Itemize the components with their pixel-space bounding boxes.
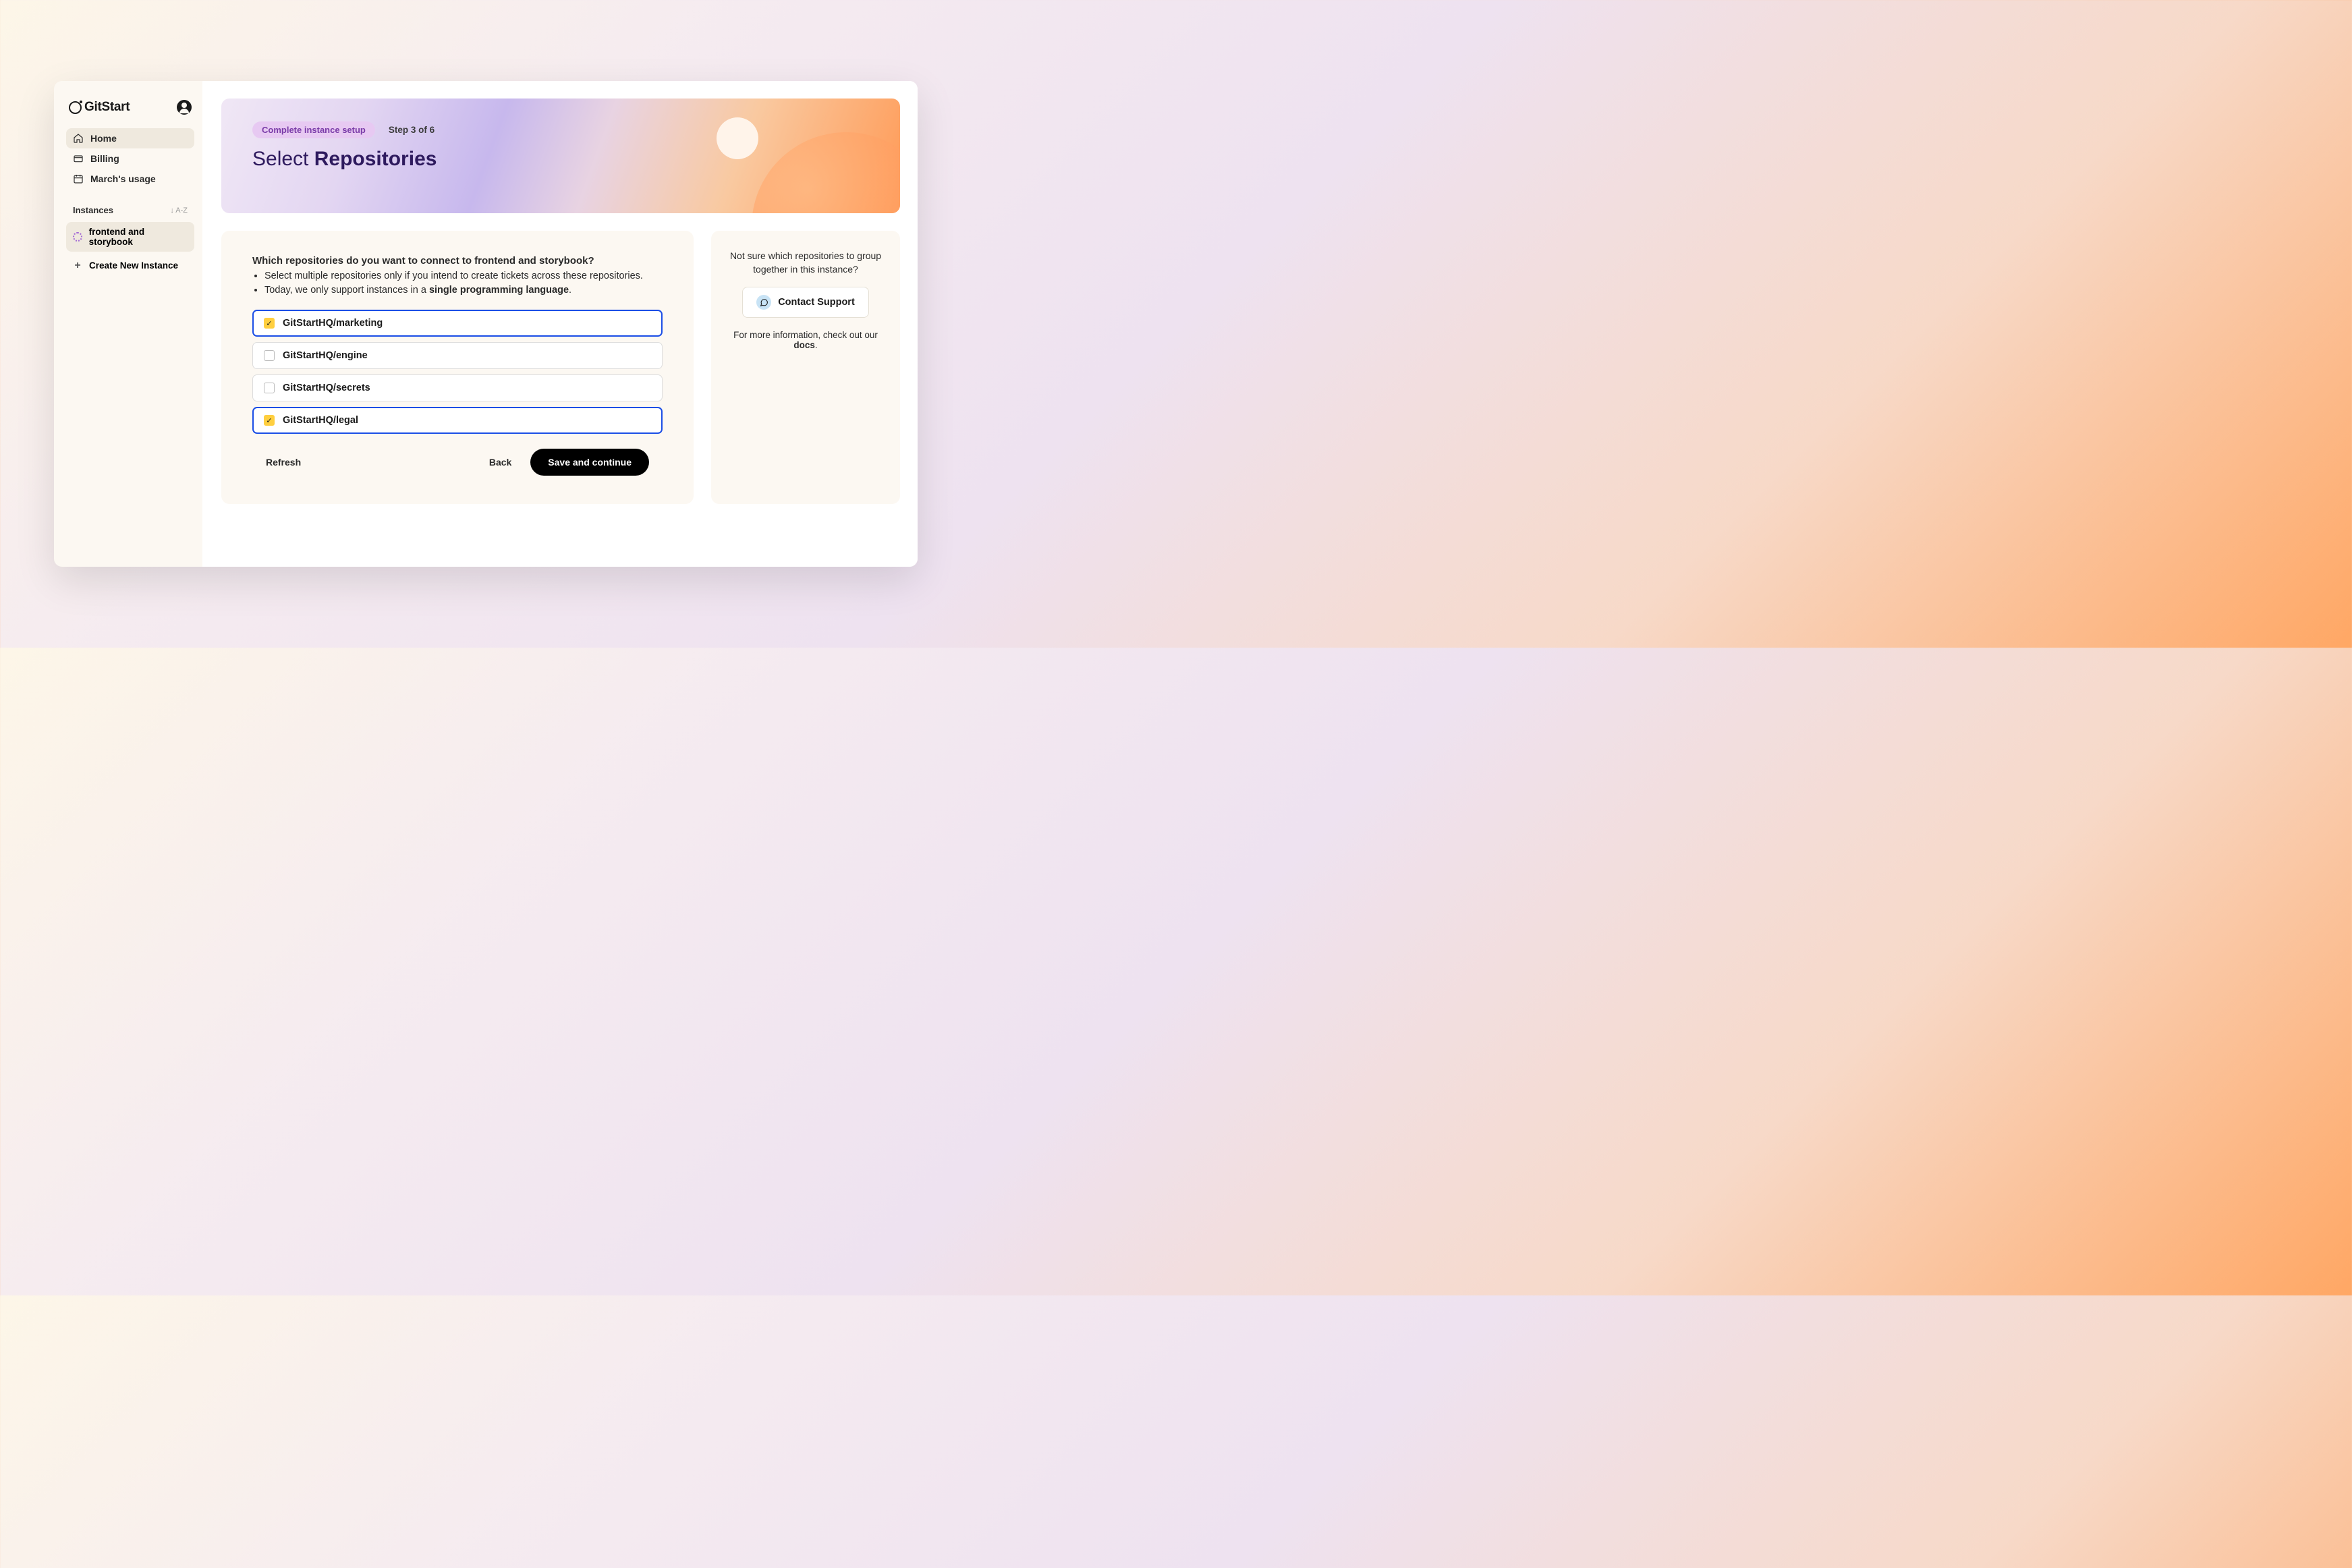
create-instance-button[interactable]: + Create New Instance <box>66 256 194 275</box>
title-light: Select <box>252 148 314 170</box>
docs-link[interactable]: docs <box>793 340 815 350</box>
repo-item[interactable]: GitStartHQ/secrets <box>252 374 663 401</box>
repo-panel: Which repositories do you want to connec… <box>221 231 694 504</box>
checkbox-icon <box>264 350 275 361</box>
hero-sun-graphic <box>717 117 758 159</box>
nav-label: March's usage <box>90 173 156 184</box>
app-window: GitStart Home Billing March's usage Instan… <box>54 81 918 567</box>
save-continue-button[interactable]: Save and continue <box>530 449 649 476</box>
instances-header: Instances ↓ A-Z <box>66 205 194 218</box>
docs-text: For more information, check out our docs… <box>726 330 885 350</box>
instances-title: Instances <box>73 205 113 215</box>
nav-list: Home Billing March's usage <box>66 128 194 189</box>
logo-row: GitStart <box>66 100 194 115</box>
nav-item-home[interactable]: Home <box>66 128 194 148</box>
back-button[interactable]: Back <box>489 457 511 468</box>
instance-label: frontend and storybook <box>89 227 188 247</box>
chat-icon <box>756 295 771 310</box>
checkbox-icon <box>264 383 275 393</box>
nav-item-calendar[interactable]: March's usage <box>66 169 194 189</box>
sidebar: GitStart Home Billing March's usage Instan… <box>54 81 202 567</box>
bullet-list: Select multiple repositories only if you… <box>264 269 663 298</box>
logo-mark-icon <box>69 101 82 114</box>
repo-item[interactable]: ✓ GitStartHQ/marketing <box>252 310 663 337</box>
brand-name: GitStart <box>84 100 130 115</box>
calendar-icon <box>73 173 84 184</box>
nav-label: Billing <box>90 153 119 164</box>
instance-list: frontend and storybook <box>66 222 194 252</box>
content-row: Which repositories do you want to connec… <box>221 231 900 504</box>
create-instance-label: Create New Instance <box>89 260 178 271</box>
home-icon <box>73 133 84 144</box>
nav-label: Home <box>90 133 117 144</box>
action-row: Refresh Back Save and continue <box>252 449 663 476</box>
refresh-button[interactable]: Refresh <box>266 457 301 468</box>
nav-item-billing[interactable]: Billing <box>66 148 194 169</box>
checkbox-icon: ✓ <box>264 415 275 426</box>
setup-badge: Complete instance setup <box>252 121 375 138</box>
repo-label: GitStartHQ/engine <box>283 350 368 361</box>
plus-icon: + <box>73 261 82 271</box>
repo-label: GitStartHQ/secrets <box>283 383 370 393</box>
repo-label: GitStartHQ/legal <box>283 415 358 426</box>
repo-item[interactable]: GitStartHQ/engine <box>252 342 663 369</box>
billing-icon <box>73 153 84 164</box>
help-panel: Not sure which repositories to group tog… <box>711 231 900 504</box>
instance-item[interactable]: frontend and storybook <box>66 222 194 252</box>
bullet-2: Today, we only support instances in a si… <box>264 283 663 298</box>
bullet-1: Select multiple repositories only if you… <box>264 269 663 283</box>
checkbox-icon: ✓ <box>264 318 275 329</box>
repo-list: ✓ GitStartHQ/marketing GitStartHQ/engine Gi… <box>252 310 663 434</box>
hero-planet-graphic <box>752 132 900 213</box>
repo-label: GitStartHQ/marketing <box>283 318 383 329</box>
help-text: Not sure which repositories to group tog… <box>726 250 885 276</box>
user-avatar-icon[interactable] <box>177 100 192 115</box>
repo-item[interactable]: ✓ GitStartHQ/legal <box>252 407 663 434</box>
instance-status-icon <box>73 232 82 242</box>
title-bold: Repositories <box>314 148 437 170</box>
hero-banner: Complete instance setup Step 3 of 6 Sele… <box>221 99 900 213</box>
badge-row: Complete instance setup Step 3 of 6 <box>252 121 869 138</box>
brand-logo[interactable]: GitStart <box>69 100 130 115</box>
contact-support-button[interactable]: Contact Support <box>742 287 869 318</box>
sort-toggle[interactable]: ↓ A-Z <box>170 206 188 215</box>
support-label: Contact Support <box>778 297 855 308</box>
main-content: Complete instance setup Step 3 of 6 Sele… <box>202 81 918 567</box>
question-text: Which repositories do you want to connec… <box>252 255 663 267</box>
step-indicator: Step 3 of 6 <box>389 125 435 135</box>
